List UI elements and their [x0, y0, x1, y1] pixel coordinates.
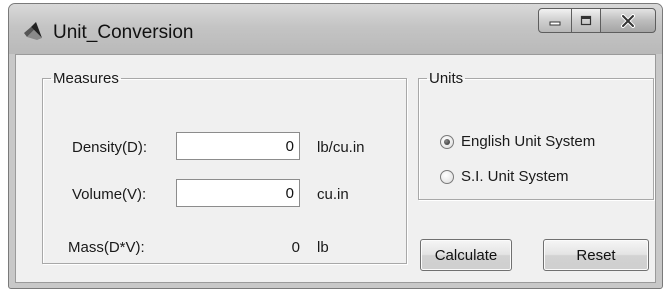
radio-english-units[interactable]: English Unit System — [440, 133, 595, 150]
measures-panel: Measures — [42, 70, 407, 264]
maximize-icon — [580, 15, 592, 26]
title-bar[interactable]: Unit_Conversion — [9, 4, 662, 54]
close-button[interactable] — [600, 8, 656, 33]
app-window: Unit_Conversion Measures Density(D): 0 l… — [8, 3, 663, 289]
radio-si-units[interactable]: S.I. Unit System — [440, 168, 569, 185]
density-field[interactable] — [176, 132, 300, 160]
calculate-button[interactable]: Calculate — [420, 239, 512, 271]
density-unit: lb/cu.in — [317, 139, 365, 156]
minimize-button[interactable] — [538, 8, 572, 33]
minimize-icon — [549, 21, 561, 25]
radio-english-label: English Unit System — [461, 133, 596, 150]
radio-unselected-icon — [440, 169, 454, 184]
window-title: Unit_Conversion — [53, 22, 194, 43]
reset-button[interactable]: Reset — [543, 239, 649, 271]
measures-legend: Measures — [53, 70, 119, 87]
radio-si-label: S.I. Unit System — [461, 168, 569, 185]
mass-label: Mass(D*V): — [68, 239, 145, 256]
units-legend: Units — [429, 70, 464, 87]
density-label: Density(D): — [72, 139, 148, 156]
mass-unit: lb — [317, 239, 329, 256]
matlab-logo-icon — [24, 22, 42, 40]
radio-selected-icon — [440, 134, 454, 149]
client-area: Measures Density(D): lb/cu.in Volume(V):… — [15, 54, 656, 283]
window-controls — [538, 8, 656, 33]
volume-field[interactable] — [176, 179, 300, 207]
maximize-button[interactable] — [571, 8, 601, 33]
volume-label: Volume(V): — [72, 186, 147, 203]
close-icon — [621, 13, 635, 28]
mass-value: 0 — [291, 239, 300, 256]
volume-unit: cu.in — [317, 186, 349, 203]
